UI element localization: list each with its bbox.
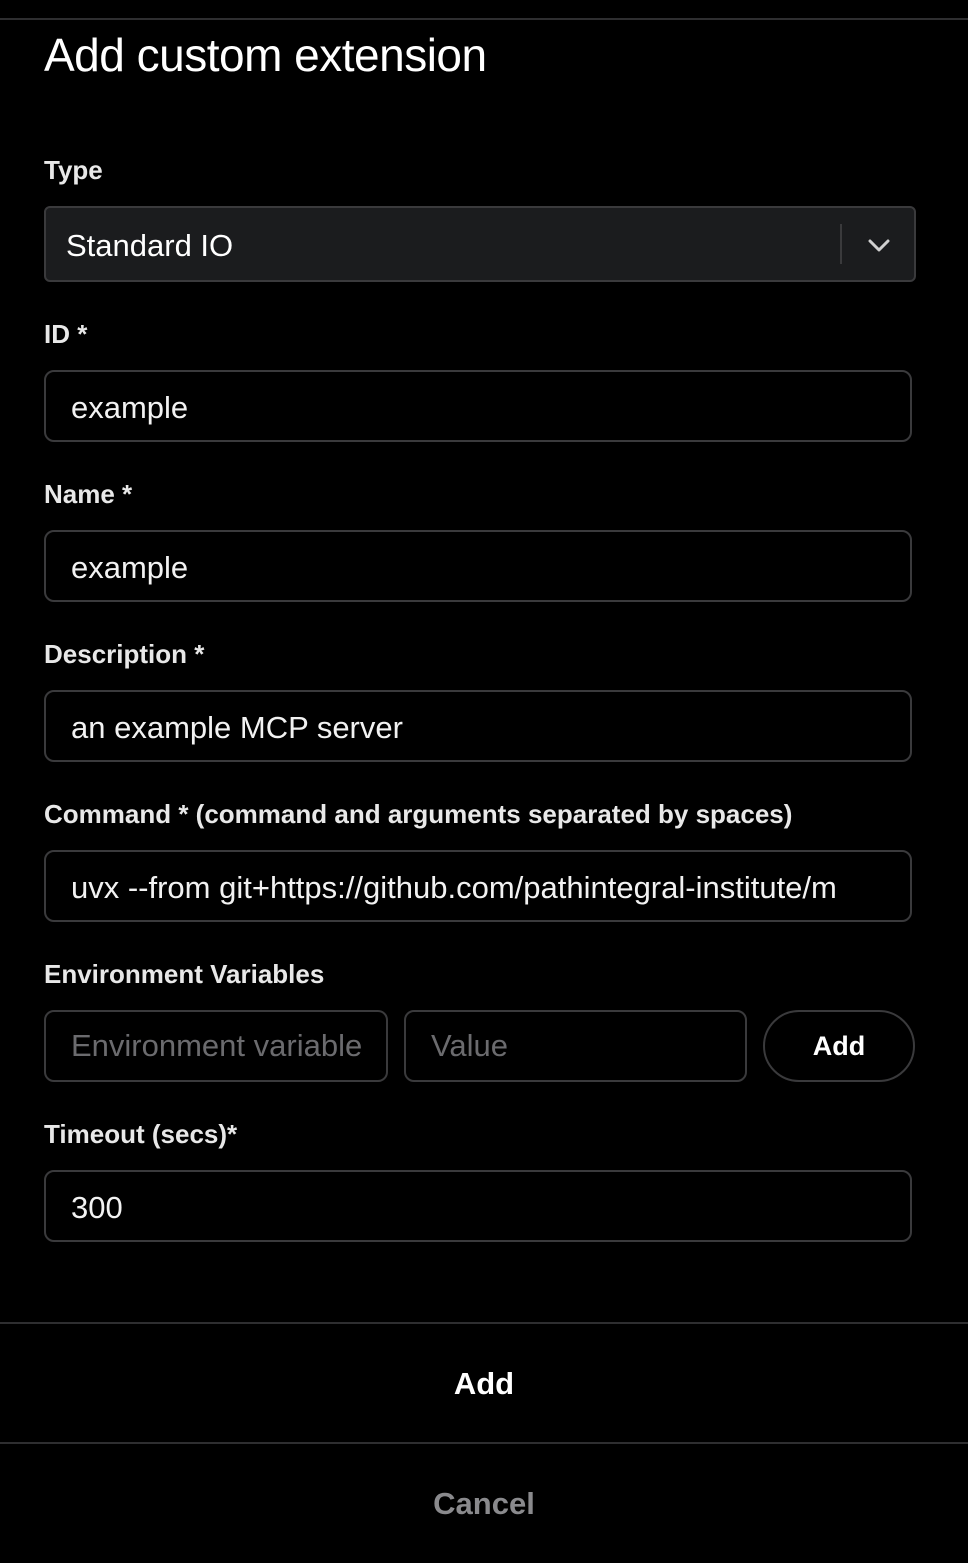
footer-divider-top: [0, 1322, 968, 1324]
dialog-top-border: [0, 18, 968, 20]
description-label: Description *: [44, 639, 205, 669]
env-var-value-input[interactable]: [406, 1012, 745, 1080]
env-var-add-button[interactable]: Add: [763, 1010, 915, 1082]
dialog-title: Add custom extension: [44, 29, 487, 81]
name-field[interactable]: example: [44, 530, 912, 602]
type-label: Type: [44, 155, 103, 185]
command-field[interactable]: uvx --from git+https://github.com/pathin…: [44, 850, 912, 922]
timeout-field[interactable]: 300: [44, 1170, 912, 1242]
name-field-value: example: [71, 550, 189, 585]
description-field[interactable]: an example MCP server: [44, 690, 912, 762]
type-select[interactable]: Standard IO: [44, 206, 916, 282]
timeout-label: Timeout (secs)*: [44, 1119, 238, 1149]
add-extension-button[interactable]: Add: [0, 1325, 968, 1443]
command-label: Command * (command and arguments separat…: [44, 799, 793, 829]
timeout-field-value: 300: [71, 1190, 123, 1225]
env-vars-label: Environment Variables: [44, 959, 325, 989]
name-label: Name *: [44, 479, 133, 509]
id-field-value: example: [71, 390, 189, 425]
footer-divider-middle: [0, 1442, 968, 1444]
chevron-down-icon[interactable]: [864, 230, 894, 260]
id-field[interactable]: example: [44, 370, 912, 442]
description-field-value: an example MCP server: [71, 710, 403, 745]
env-var-name-input[interactable]: [46, 1012, 386, 1080]
select-divider: [840, 224, 842, 264]
cancel-button[interactable]: Cancel: [0, 1445, 968, 1563]
env-var-name-box: [44, 1010, 388, 1082]
env-var-value-box: [404, 1010, 747, 1082]
id-label: ID *: [44, 319, 88, 349]
type-select-value: Standard IO: [66, 228, 234, 263]
command-field-value: uvx --from git+https://github.com/pathin…: [71, 870, 837, 905]
